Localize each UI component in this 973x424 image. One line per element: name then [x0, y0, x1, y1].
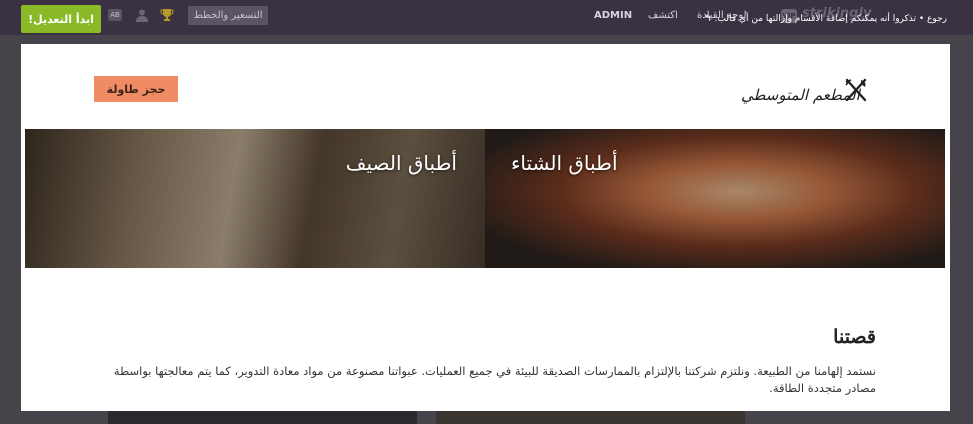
back-link-text: رجوع • تذكروا أنه يمكنكم إضافة الأقسام و… — [714, 14, 947, 24]
nav-admin-link[interactable]: ADMIN — [594, 10, 632, 21]
pricing-plans-button[interactable]: التسعير والخطط — [188, 6, 268, 25]
summer-image-overlay — [25, 129, 485, 268]
summer-dishes-panel[interactable]: أطباق الصيف — [25, 129, 485, 268]
background-card — [108, 411, 417, 424]
menu-banner: أطباق الصيف أطباق الشتاء — [25, 129, 945, 268]
brand-name[interactable]: المطعم المتوسطي — [741, 86, 860, 104]
about-title: قصتنا — [833, 326, 876, 348]
user-icon[interactable] — [135, 8, 149, 22]
summer-dishes-title: أطباق الصيف — [345, 151, 457, 175]
site-preview: حجز طاولة المطعم المتوسطي أطباق الصيف أط… — [21, 44, 950, 411]
back-arrow-icon: ↰ — [704, 14, 712, 24]
ab-test-badge[interactable]: AB — [108, 9, 122, 21]
admin-top-bar: ابدأ التعديل! AB التسعير والخطط ADMIN اك… — [0, 0, 973, 35]
winter-dishes-panel[interactable]: أطباق الشتاء — [485, 129, 945, 268]
start-editing-button[interactable]: ابدأ التعديل! — [21, 5, 101, 33]
background-card — [436, 411, 745, 424]
nav-discover-link[interactable]: اكتشف — [648, 10, 678, 21]
winter-dishes-title: أطباق الشتاء — [511, 151, 618, 175]
trophy-icon[interactable] — [160, 8, 174, 22]
back-link[interactable]: رجوع • تذكروا أنه يمكنكم إضافة الأقسام و… — [704, 14, 947, 24]
book-table-button[interactable]: حجز طاولة — [94, 76, 178, 102]
about-body: نستمد إلهامنا من الطبيعة. ونلتزم شركتنا … — [113, 364, 876, 395]
winter-image-overlay — [485, 129, 945, 268]
fork-knife-icon — [845, 78, 867, 102]
